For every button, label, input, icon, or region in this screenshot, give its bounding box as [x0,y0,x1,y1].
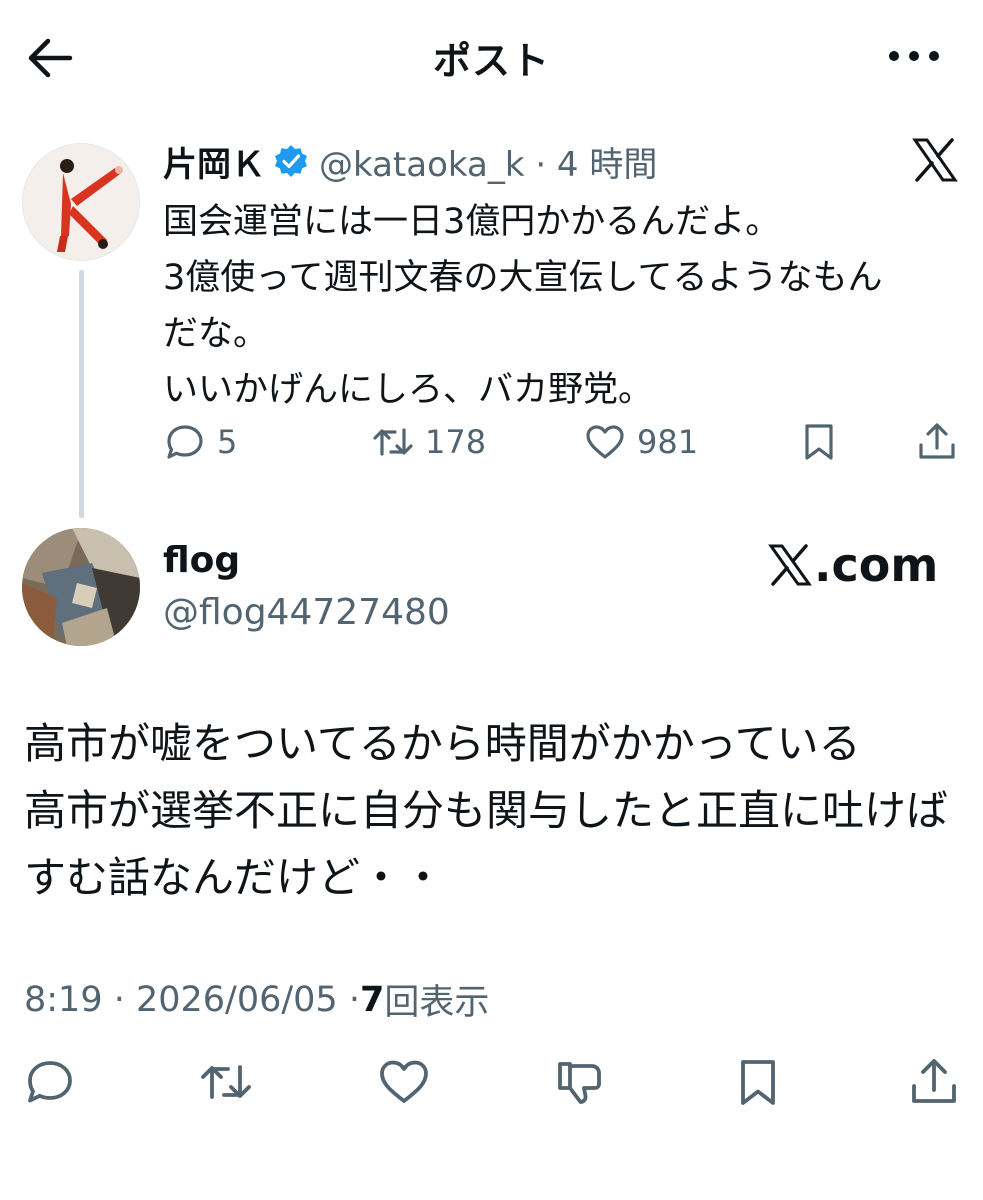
bookmark-button[interactable] [797,417,841,467]
parent-post-body: 国会運営には一日3億円かかるんだよ。 3億使って週刊文春の大宣伝してるようなもん… [163,194,963,418]
reply-icon [28,1061,72,1103]
author-handle: @flog44727480 [163,592,450,633]
bookmark-icon [741,1060,775,1105]
share-icon [912,1059,956,1103]
post-text-line: 高市が選挙不正に自分も関与したと正直に吐けば [24,786,949,835]
reply-button[interactable] [22,1054,78,1110]
heart-icon [586,425,624,459]
x-com-watermark: .com [768,538,939,592]
like-count: 981 [637,423,699,461]
thumbs-down-icon [558,1062,601,1104]
post-text-line: 国会運営には一日3億円かかるんだよ。 [163,202,781,242]
post-text-line: 3億使って週刊文春の大宣伝してるようなもん [163,258,883,298]
parent-action-bar: 5 178 981 [163,417,963,467]
x-logo-icon [912,138,958,182]
timestamp[interactable]: 8:19 · 2026/06/05 · [24,980,360,1020]
bookmark-icon [805,424,833,460]
reply-icon [167,425,203,459]
repost-button[interactable]: 178 [371,417,486,467]
thread-line [79,270,84,518]
post-meta: 8:19 · 2026/06/05 · 7 回表示 [24,974,489,1025]
more-button[interactable] [886,44,942,68]
reply-button[interactable]: 5 [163,417,237,467]
repost-button[interactable] [198,1054,254,1110]
parent-author-row[interactable]: 片岡Ｋ @kataoka_k · 4 時間 [163,137,658,186]
bookmark-button[interactable] [730,1054,786,1110]
reply-count: 5 [217,423,238,461]
author-handle-time: @kataoka_k · 4 時間 [319,144,658,185]
views-label: 回表示 [384,983,490,1023]
downvote-button[interactable] [552,1054,608,1110]
author-name[interactable]: flog [163,540,240,581]
reply-post-body: 高市が嘘をついてるから時間がかかっている 高市が選挙不正に自分も関与したと正直に… [24,710,974,911]
verified-badge-icon [275,145,307,177]
heart-icon [380,1060,428,1103]
like-button[interactable]: 981 [583,417,698,467]
like-button[interactable] [376,1054,432,1110]
x-logo-icon [768,544,812,586]
share-button[interactable] [915,417,959,467]
post-text-line: 高市が嘘をついてるから時間がかかっている [24,719,861,768]
repost-count: 178 [425,423,487,461]
reply-action-bar [22,1054,962,1114]
post-text-line: だな。 [163,314,269,354]
share-button[interactable] [906,1054,962,1110]
more-horizontal-icon [889,51,939,61]
avatar[interactable] [22,528,140,646]
post-text-line: いいかげんにしろ、バカ野党。 [163,370,654,410]
post-text-line: すむ話なんだけど・・ [24,853,445,902]
author-name[interactable]: 片岡Ｋ [163,137,265,186]
page-title: ポスト [432,39,550,83]
repost-icon [201,1065,251,1099]
views-count: 7 [359,979,385,1020]
share-icon [919,423,955,459]
repost-icon [373,428,413,456]
watermark-text: .com [814,538,939,592]
avatar[interactable] [22,143,140,261]
